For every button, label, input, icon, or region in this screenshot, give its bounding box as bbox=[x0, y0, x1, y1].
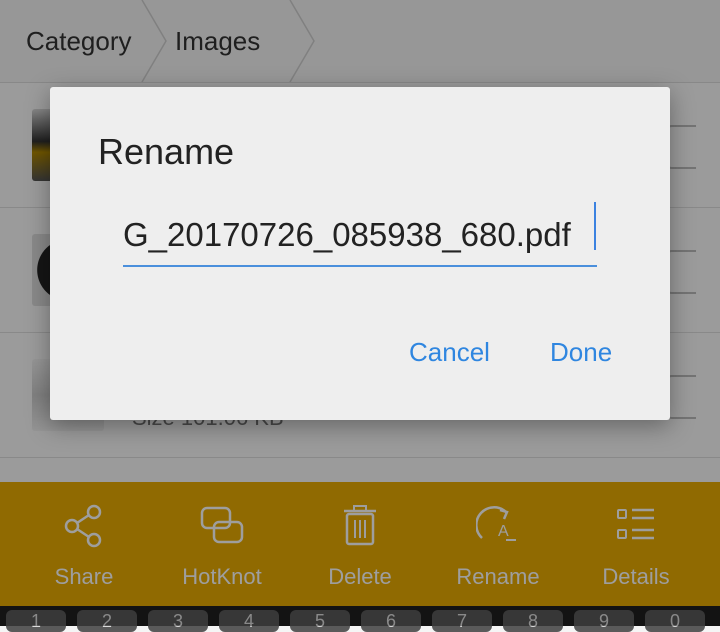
rename-dialog: Rename Cancel Done bbox=[50, 87, 670, 420]
dialog-title: Rename bbox=[98, 131, 235, 172]
done-button[interactable]: Done bbox=[550, 337, 612, 368]
cancel-button[interactable]: Cancel bbox=[409, 337, 490, 368]
filename-input[interactable] bbox=[123, 205, 597, 267]
text-cursor bbox=[594, 202, 596, 250]
